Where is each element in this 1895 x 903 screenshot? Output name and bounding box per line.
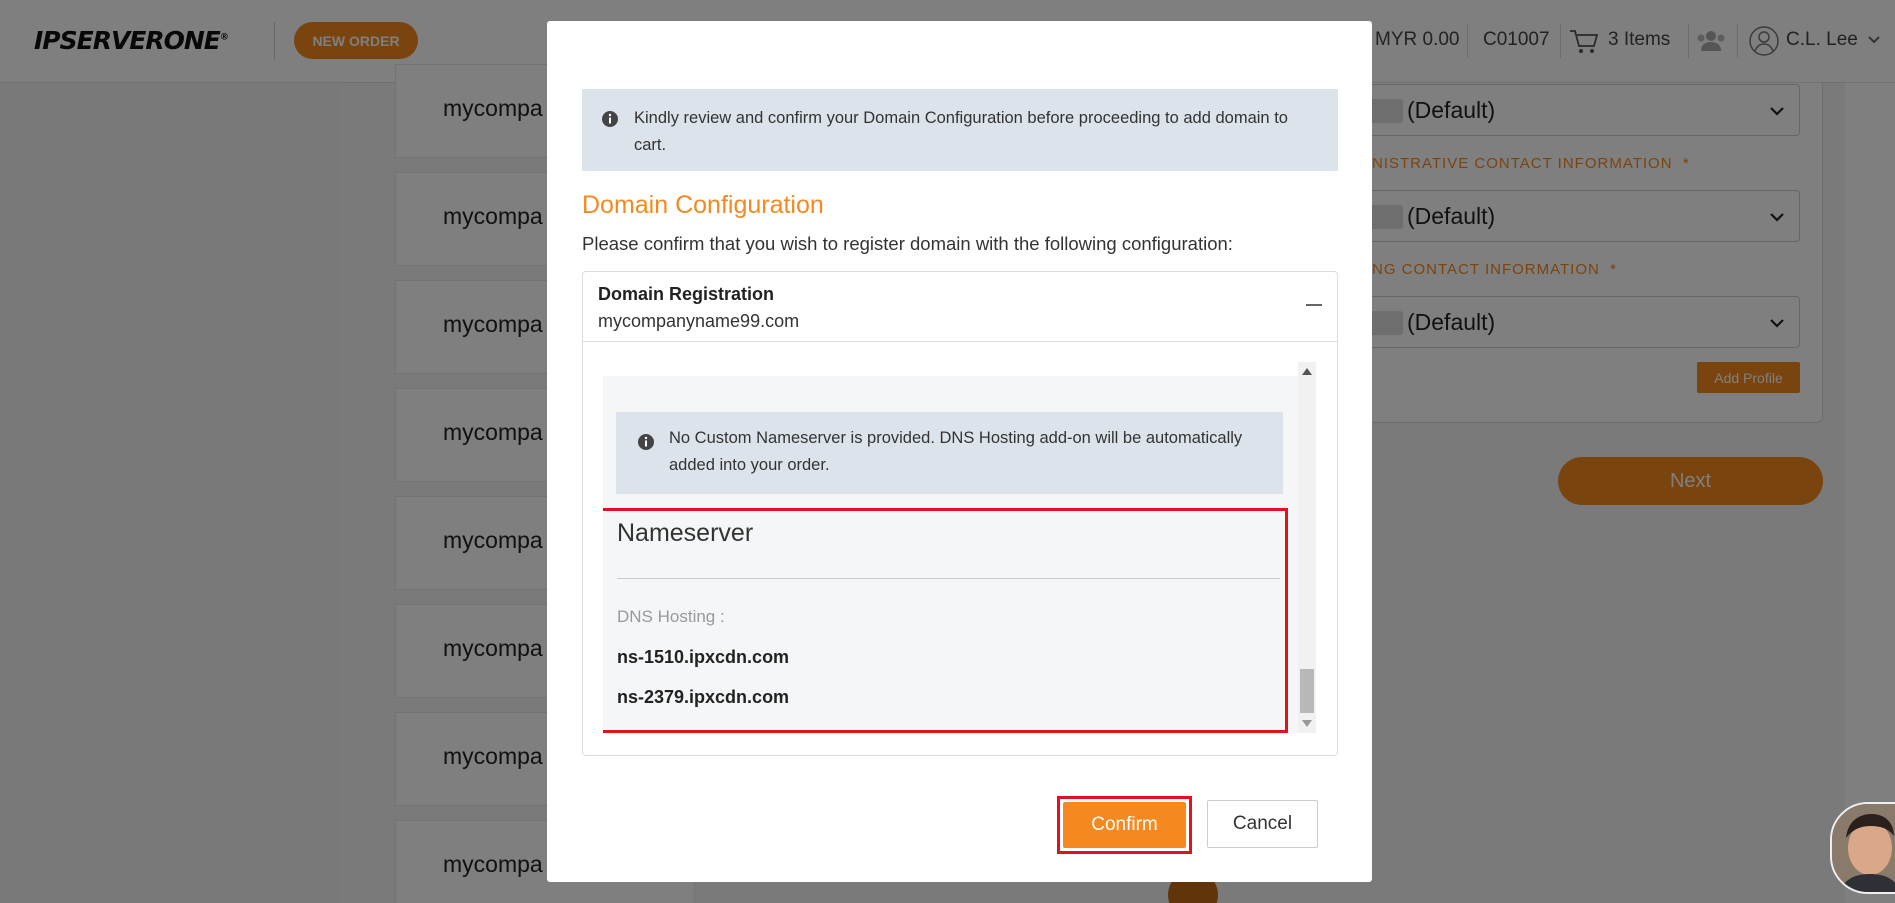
domain-configuration-modal: Kindly review and confirm your Domain Co… [547,21,1372,882]
review-info-text: Kindly review and confirm your Domain Co… [634,109,1288,154]
nameserver-title: Nameserver [617,519,754,547]
nameserver-notice-banner: No Custom Nameserver is provided. DNS Ho… [616,412,1283,494]
info-icon [602,111,618,127]
configuration-scroll-area[interactable]: No Custom Nameserver is provided. DNS Ho… [603,362,1298,733]
agent-photo-icon [1832,804,1895,892]
section-subtitle: Please confirm that you wish to register… [582,233,1233,254]
live-chat-avatar[interactable] [1830,802,1895,894]
nameserver-notice-text: No Custom Nameserver is provided. DNS Ho… [669,429,1243,474]
nameserver-value: ns-2379.ipxcdn.com [617,687,790,707]
review-info-banner: Kindly review and confirm your Domain Co… [582,89,1338,171]
divider [603,376,1298,396]
divider [603,362,1298,376]
registration-title: Domain Registration [598,284,775,304]
scroll-up-arrow-icon[interactable] [1302,368,1312,375]
registration-domain: mycompanyname99.com [598,311,800,331]
nameserver-section: Nameserver DNS Hosting : ns-1510.ipxcdn.… [603,508,1288,733]
divider [617,578,1280,579]
collapse-icon[interactable] [1303,294,1325,316]
nameserver-value: ns-1510.ipxcdn.com [617,647,790,667]
confirm-button[interactable]: Confirm [1063,802,1186,848]
scrollbar[interactable] [1298,362,1316,733]
section-title: Domain Configuration [582,191,824,219]
domain-registration-panel: Domain Registration mycompanyname99.com … [582,271,1338,756]
scrollbar-thumb[interactable] [1300,669,1314,713]
scroll-down-arrow-icon[interactable] [1302,720,1312,727]
cancel-button[interactable]: Cancel [1207,800,1318,848]
dns-hosting-label: DNS Hosting : [617,607,725,626]
registration-header[interactable]: Domain Registration mycompanyname99.com [583,272,1337,342]
info-icon [638,434,654,450]
